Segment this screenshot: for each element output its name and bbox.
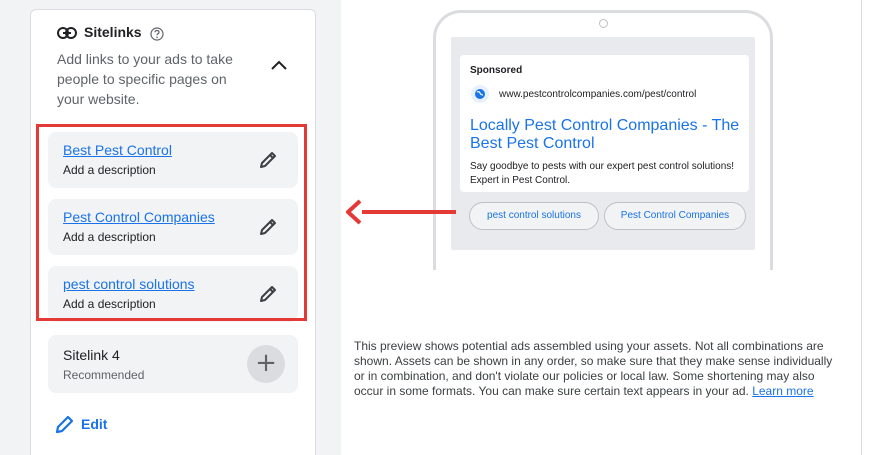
highlight-box: [36, 124, 307, 321]
pencil-icon[interactable]: [55, 414, 75, 434]
sitelinks-description: Add links to your ads to take people to …: [57, 51, 233, 107]
sitelink-chip[interactable]: pest control solutions: [469, 202, 599, 230]
ad-description: Say goodbye to pests with our expert pes…: [470, 161, 735, 186]
link-icon: [57, 27, 77, 39]
add-sitelink-button[interactable]: +: [247, 345, 285, 383]
sitelinks-title: Sitelinks: [84, 24, 142, 40]
phone-camera: [599, 19, 608, 28]
globe-icon: [471, 85, 489, 103]
sitelink-chip[interactable]: Pest Control Companies: [604, 202, 746, 230]
chevron-up-icon[interactable]: [268, 57, 290, 73]
preview-note: This preview shows potential ads assembl…: [354, 339, 834, 399]
red-arrow-icon: [346, 199, 456, 225]
sitelink-4-title: Sitelink 4: [63, 347, 120, 363]
edit-button[interactable]: Edit: [81, 416, 107, 432]
sitelink-4-subtitle: Recommended: [63, 368, 145, 382]
sitelink-item-4[interactable]: Sitelink 4 Recommended +: [48, 335, 298, 393]
sponsored-label: Sponsored: [470, 65, 523, 76]
ad-url: www.pestcontrolcompanies.com/pest/contro…: [499, 89, 697, 100]
learn-more-link[interactable]: Learn more: [752, 384, 813, 398]
help-icon[interactable]: [150, 27, 164, 41]
ad-title[interactable]: Locally Pest Control Companies - The Bes…: [470, 117, 740, 153]
preview-panel-border: [861, 0, 862, 455]
